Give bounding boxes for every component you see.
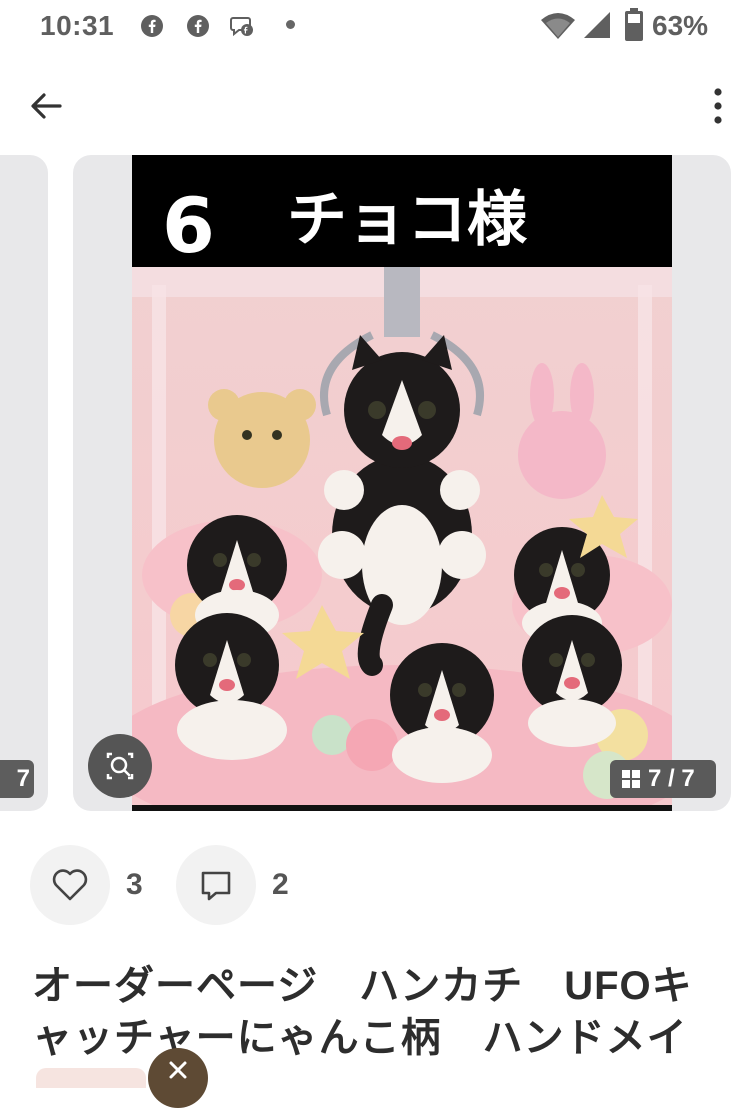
comment-icon [201,871,231,901]
like-count: 3 [126,868,143,901]
kitten-center-lower [390,643,494,783]
status-time: 10:31 [40,10,115,41]
visual-search-icon [106,752,134,780]
messenger-icon [230,17,253,37]
caption-text: チョコ様 [287,185,528,255]
close-icon [169,1061,187,1079]
caption-number: 6 [162,181,215,270]
previous-image-counter: 7 [0,760,34,798]
bottom-thumbnail[interactable] [36,1068,146,1088]
product-title: オーダーページ ハンカチ UFOキャッチャーにゃんこ柄 ハンドメイ [32,964,693,1060]
status-bar: 10:31 63% [0,0,755,52]
like-button[interactable] [30,845,110,925]
product-image-card[interactable]: 6 チョコ様 [73,155,731,811]
grid-icon [622,770,640,788]
close-floating-button[interactable] [148,1048,208,1108]
battery-icon [625,8,643,41]
back-button[interactable] [24,84,68,128]
image-counter-text: 7 / 7 [648,765,695,792]
previous-image-card[interactable] [0,155,48,811]
facebook-icon [141,15,163,37]
product-photo[interactable]: 6 チョコ様 [132,155,672,811]
cell-signal-icon [584,12,610,38]
more-vertical-icon [714,88,722,124]
arrow-left-icon [31,93,62,119]
battery-percent: 63% [652,10,709,41]
top-app-bar [0,70,755,134]
wifi-icon [541,13,575,39]
comment-button[interactable] [176,845,256,925]
kitten-right-lower [522,615,622,747]
image-counter-badge: 7 / 7 [610,760,716,798]
facebook-icon [187,15,209,37]
heart-icon [52,869,88,901]
visual-search-button[interactable] [88,734,152,798]
comment-count: 2 [272,868,289,901]
more-options-button[interactable] [700,84,736,128]
notification-dot [286,20,295,29]
